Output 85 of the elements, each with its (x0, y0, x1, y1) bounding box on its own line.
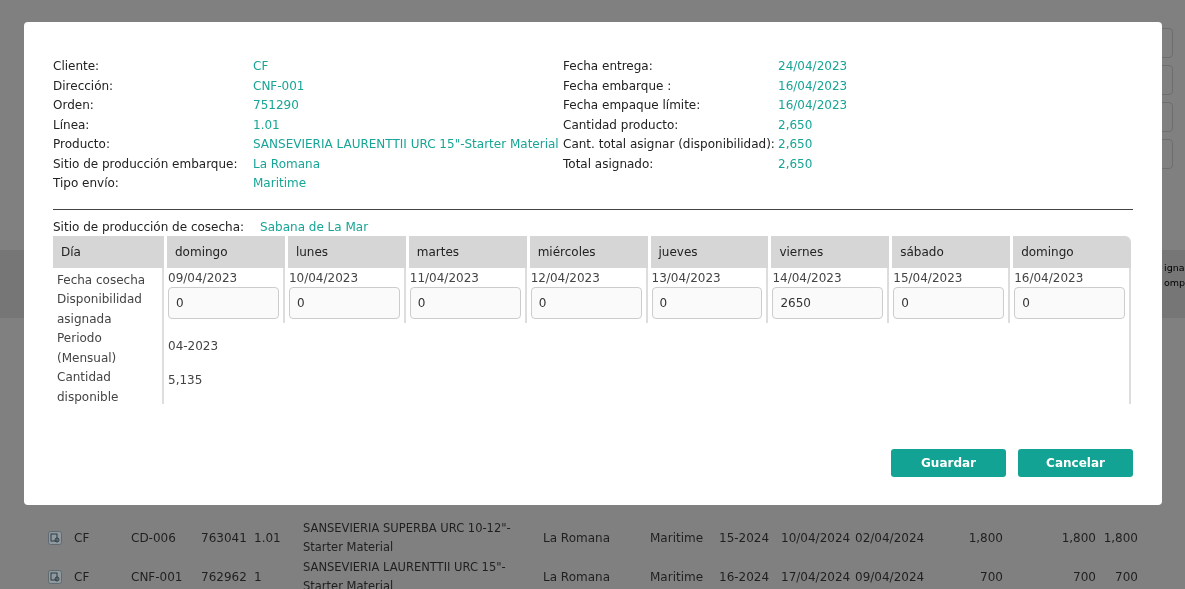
field-value: La Romana (253, 155, 321, 173)
table-cell-text: 700 (1114, 569, 1138, 584)
table-cell-text: La Romana (543, 569, 611, 584)
field-value: CNF-001 (253, 77, 306, 95)
number-input[interactable]: 0 (530, 286, 642, 319)
number-input[interactable]: 0 (168, 286, 279, 319)
table-cell-text: 1,800 (967, 530, 1003, 545)
table-cell-text: 700 (1072, 569, 1096, 584)
table-cell-text: CD-006 (131, 530, 177, 545)
column-header: domingo (1010, 235, 1131, 268)
table-cell-text: 1,800 (1102, 530, 1138, 545)
row-label: Disponibilidad asignada (57, 291, 143, 328)
table-cell-text: Maritime (650, 569, 705, 584)
row-label: Fecha cosecha (57, 271, 147, 289)
number-input[interactable]: 0 (288, 286, 400, 319)
table-cell-text: 10/04/2023 (288, 269, 360, 287)
table-cell-text: SANSEVIERIA LAURENTTII URC 15"- Starter Material (303, 558, 507, 589)
table-cell-text: 1 (254, 569, 263, 584)
field-value: 24/04/2023 (778, 58, 849, 75)
table-cell-text: 09/04/2023 (168, 269, 239, 287)
field-label: Sitio de producción embarque: (53, 155, 239, 173)
table-cell-text: 762962 (201, 569, 248, 584)
field-label: Producto: (53, 136, 111, 153)
document-icon[interactable] (48, 530, 62, 545)
field-value: CF (253, 58, 270, 75)
field-label: Dirección: (53, 77, 115, 95)
field-label: Fecha empaque límite: (563, 97, 702, 114)
field-label: Cant. total asignar (disponibilidad): (563, 136, 776, 153)
table-cell-text: 1.01 (254, 530, 282, 545)
column-header: sábado (889, 235, 1011, 268)
table-cell-text: 5,135 (168, 372, 204, 387)
table-cell-text: 17/04/2024 (781, 569, 852, 584)
field-value: 1.01 (253, 116, 281, 134)
field-value: 16/04/2023 (778, 97, 849, 114)
field-value: Maritime (253, 175, 308, 192)
column-header: domingo (164, 235, 285, 268)
table-cell-text: 04-2023 (168, 338, 220, 353)
table-cell-text: 10/04/2024 (781, 530, 852, 545)
table-cell-text: 09/04/2024 (855, 569, 926, 584)
table-cell-text: 16-2024 (719, 569, 771, 584)
field-value: 2,650 (778, 155, 814, 173)
field-label: Línea: (53, 116, 91, 134)
table-cell-text: 700 (979, 569, 1003, 584)
field-label: Cliente: (53, 58, 101, 75)
column-header: Día (53, 235, 164, 268)
table-cell-text: 11/04/2023 (409, 269, 480, 287)
table-cell-text: 15-2024 (719, 530, 771, 545)
table-cell-text: 763041 (201, 530, 248, 545)
header-text: igna (1164, 262, 1185, 273)
table-cell-text: La Romana (543, 530, 611, 545)
document-icon[interactable] (48, 569, 62, 584)
header-text: omp (1164, 277, 1185, 288)
table-cell-text: CNF-001 (131, 569, 184, 584)
field-value: 751290 (253, 97, 300, 114)
number-input[interactable]: 0 (1014, 286, 1125, 319)
field-label: Orden: (53, 97, 95, 114)
field-label: Fecha entrega: (563, 58, 654, 75)
table-cell-text: 02/04/2024 (855, 530, 926, 545)
table-cell-text: SANSEVIERIA SUPERBA URC 10-12"- Starter Material (303, 519, 512, 556)
field-label: Sitio de producción de cosecha: (53, 219, 245, 234)
number-input[interactable]: 2650 (772, 286, 884, 319)
field-value: 16/04/2023 (778, 77, 849, 95)
number-input[interactable]: 0 (409, 286, 521, 319)
row-label: Periodo (Mensual) (57, 330, 118, 367)
table-cell-text: 14/04/2023 (772, 269, 843, 287)
field-value: 2,650 (778, 136, 814, 153)
field-label: Fecha embarque : (563, 77, 673, 95)
table-cell-text: 13/04/2023 (651, 269, 722, 287)
column-header: viernes (768, 235, 890, 268)
table-cell-text: 12/04/2023 (530, 269, 601, 287)
field-label: Total asignado: (563, 155, 655, 173)
row-label: Cantidad disponible (57, 369, 120, 406)
table-cell-text: CF (74, 530, 91, 545)
table-cell-text: 15/04/2023 (893, 269, 964, 287)
number-input[interactable]: 0 (651, 286, 763, 319)
field-value: Sabana de La Mar (260, 219, 369, 234)
table-cell-text: 1,800 (1060, 530, 1096, 545)
field-label: Tipo envío: (53, 175, 120, 192)
table-cell-text: CF (74, 569, 91, 584)
table-cell-text: 16/04/2023 (1014, 269, 1085, 287)
field-label: Cantidad producto: (563, 116, 680, 134)
field-value: SANSEVIERIA LAURENTTII URC 15"-Starter Material (253, 136, 560, 153)
table-cell-text: Maritime (650, 530, 705, 545)
field-value: 2,650 (778, 116, 814, 134)
number-input[interactable]: 0 (893, 286, 1005, 319)
